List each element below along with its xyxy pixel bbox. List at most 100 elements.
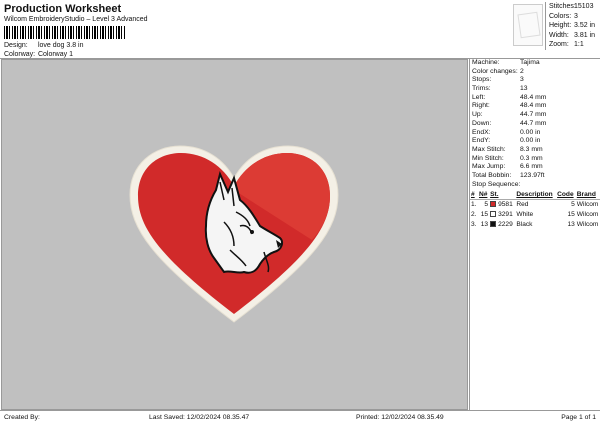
barcode bbox=[4, 26, 126, 39]
info-value: 44.7 mm bbox=[520, 119, 547, 127]
info-row: Up: 44.7 mm bbox=[470, 111, 600, 120]
info-label: Left: bbox=[472, 93, 486, 101]
stat-row: Zoom: 1:1 bbox=[546, 40, 600, 50]
info-row: EndY: 0.00 in bbox=[470, 137, 600, 146]
cell-st: 2229 bbox=[489, 219, 515, 229]
created-by: Created By: bbox=[4, 414, 40, 421]
colorway-value: Colorway 1 bbox=[37, 51, 73, 58]
stat-label: Zoom: bbox=[549, 41, 569, 48]
color-swatch bbox=[490, 221, 497, 228]
cell-st: 9581 bbox=[489, 199, 515, 209]
info-label: Machine: bbox=[472, 59, 500, 66]
cell-code: 5 bbox=[571, 201, 575, 209]
info-row: Down: 44.7 mm bbox=[470, 120, 600, 129]
info-row: Trims: 13 bbox=[470, 85, 600, 94]
col-description: Description bbox=[516, 191, 553, 199]
stat-label: Stitches: bbox=[549, 3, 576, 10]
info-value: 44.7 mm bbox=[520, 111, 547, 119]
design-preview bbox=[1, 59, 468, 410]
stop-sequence-title: Stop Sequence: bbox=[472, 180, 521, 188]
cell-num: 3. bbox=[471, 220, 477, 228]
stat-value: 15103 bbox=[574, 3, 594, 10]
info-value: 0.3 mm bbox=[520, 154, 543, 162]
cell-code: 15 bbox=[567, 210, 575, 218]
info-value: 6.6 mm bbox=[520, 163, 543, 171]
cell-description: Black bbox=[516, 220, 533, 228]
info-row: Total Bobbin: 123.97ft bbox=[470, 172, 600, 181]
info-label: Max Stitch: bbox=[472, 145, 506, 153]
info-value: 0.00 in bbox=[520, 137, 541, 145]
info-row: Max Jump: 6.6 mm bbox=[470, 163, 600, 172]
table-header: # N# St. Description Code Brand bbox=[470, 190, 600, 200]
stat-row: Stitches:15103 bbox=[546, 2, 600, 12]
design-row: Design: love dog 3.8 in bbox=[4, 42, 84, 49]
top-stats: Stitches:15103 Colors: 3 Height: 3.52 in W… bbox=[545, 2, 600, 50]
info-row: Min Stitch: 0.3 mm bbox=[470, 155, 600, 164]
dog-eye bbox=[250, 230, 254, 234]
cell-brand: Wilcom bbox=[576, 220, 599, 228]
info-row: Left: 48.4 mm bbox=[470, 94, 600, 103]
info-value: 13 bbox=[520, 85, 528, 93]
table-row: 1. 5 9581 Red 5 Wilcom bbox=[470, 199, 600, 209]
stat-label: Height: bbox=[549, 22, 572, 29]
cell-num: 2. bbox=[471, 210, 477, 218]
info-value: 0.00 in bbox=[520, 128, 541, 136]
software-name: Wilcom EmbroideryStudio – Level 3 Advanc… bbox=[4, 16, 148, 23]
colorway-label: Colorway: bbox=[4, 51, 36, 58]
info-value: 3 bbox=[520, 76, 524, 84]
info-label: Max Jump: bbox=[472, 163, 506, 171]
stat-row: Height: 3.52 in bbox=[546, 21, 600, 31]
stat-label: Colors: bbox=[549, 12, 572, 20]
printed-date: Printed: 12/02/2024 08.35.49 bbox=[356, 414, 444, 421]
info-row: Stops: 3 bbox=[470, 76, 600, 85]
col-st: St. bbox=[490, 191, 499, 199]
info-row: Machine: Tajima bbox=[470, 59, 600, 68]
cell-brand: Wilcom bbox=[576, 201, 599, 209]
info-value: 2 bbox=[520, 67, 524, 75]
stat-label: Width: bbox=[549, 31, 569, 39]
info-label: EndX: bbox=[472, 128, 491, 136]
design-thumbnail bbox=[513, 4, 543, 46]
design-label: Design: bbox=[4, 42, 28, 49]
stat-value: 3 bbox=[574, 12, 578, 20]
info-label: Down: bbox=[472, 119, 492, 127]
info-row: EndX: 0.00 in bbox=[470, 129, 600, 138]
info-value: 48.4 mm bbox=[520, 93, 547, 101]
stitch-count: 9581 bbox=[498, 201, 513, 209]
machine-info-panel: Machine: Tajima Color changes: 2 Stops: 3 T… bbox=[469, 59, 600, 410]
cell-description: Red bbox=[516, 201, 529, 209]
info-row: Max Stitch: 8.3 mm bbox=[470, 146, 600, 155]
info-label: Right: bbox=[472, 102, 490, 110]
cell-n: 15 bbox=[480, 210, 489, 218]
worksheet-header: Production Worksheet Wilcom EmbroiderySt… bbox=[0, 0, 600, 58]
col-num: # bbox=[471, 191, 475, 199]
stitch-count: 3291 bbox=[498, 210, 513, 218]
info-value: Tajima bbox=[520, 59, 540, 66]
embroidery-design bbox=[129, 145, 339, 323]
cell-code: 13 bbox=[567, 220, 575, 228]
stat-row: Colors: 3 bbox=[546, 12, 600, 22]
info-value: 48.4 mm bbox=[520, 102, 547, 110]
last-saved: Last Saved: 12/02/2024 08.35.47 bbox=[149, 414, 250, 421]
col-n: N# bbox=[478, 191, 488, 199]
info-row: Right: 48.4 mm bbox=[470, 102, 600, 111]
stop-sequence-table: # N# St. Description Code Brand 1. 5 958… bbox=[470, 190, 600, 229]
info-label: Total Bobbin: bbox=[472, 171, 512, 179]
color-swatch bbox=[490, 201, 497, 208]
stat-row: Width: 3.81 in bbox=[546, 31, 600, 41]
color-swatch bbox=[490, 211, 497, 218]
stat-value: 3.52 in bbox=[574, 22, 596, 29]
cell-num: 1. bbox=[471, 201, 477, 209]
info-label: EndY: bbox=[472, 137, 491, 145]
info-label: Min Stitch: bbox=[472, 154, 504, 162]
page-title: Production Worksheet bbox=[4, 3, 122, 15]
info-value: 123.97ft bbox=[520, 171, 545, 179]
info-row: Color changes: 2 bbox=[470, 68, 600, 77]
col-brand: Brand bbox=[576, 191, 596, 199]
cell-brand: Wilcom bbox=[576, 210, 599, 218]
info-label: Up: bbox=[472, 111, 483, 119]
design-value: love dog 3.8 in bbox=[37, 42, 84, 49]
info-value: 8.3 mm bbox=[520, 145, 543, 153]
worksheet-footer: Created By: Last Saved: 12/02/2024 08.35… bbox=[0, 410, 600, 424]
info-label: Stops: bbox=[472, 76, 492, 84]
